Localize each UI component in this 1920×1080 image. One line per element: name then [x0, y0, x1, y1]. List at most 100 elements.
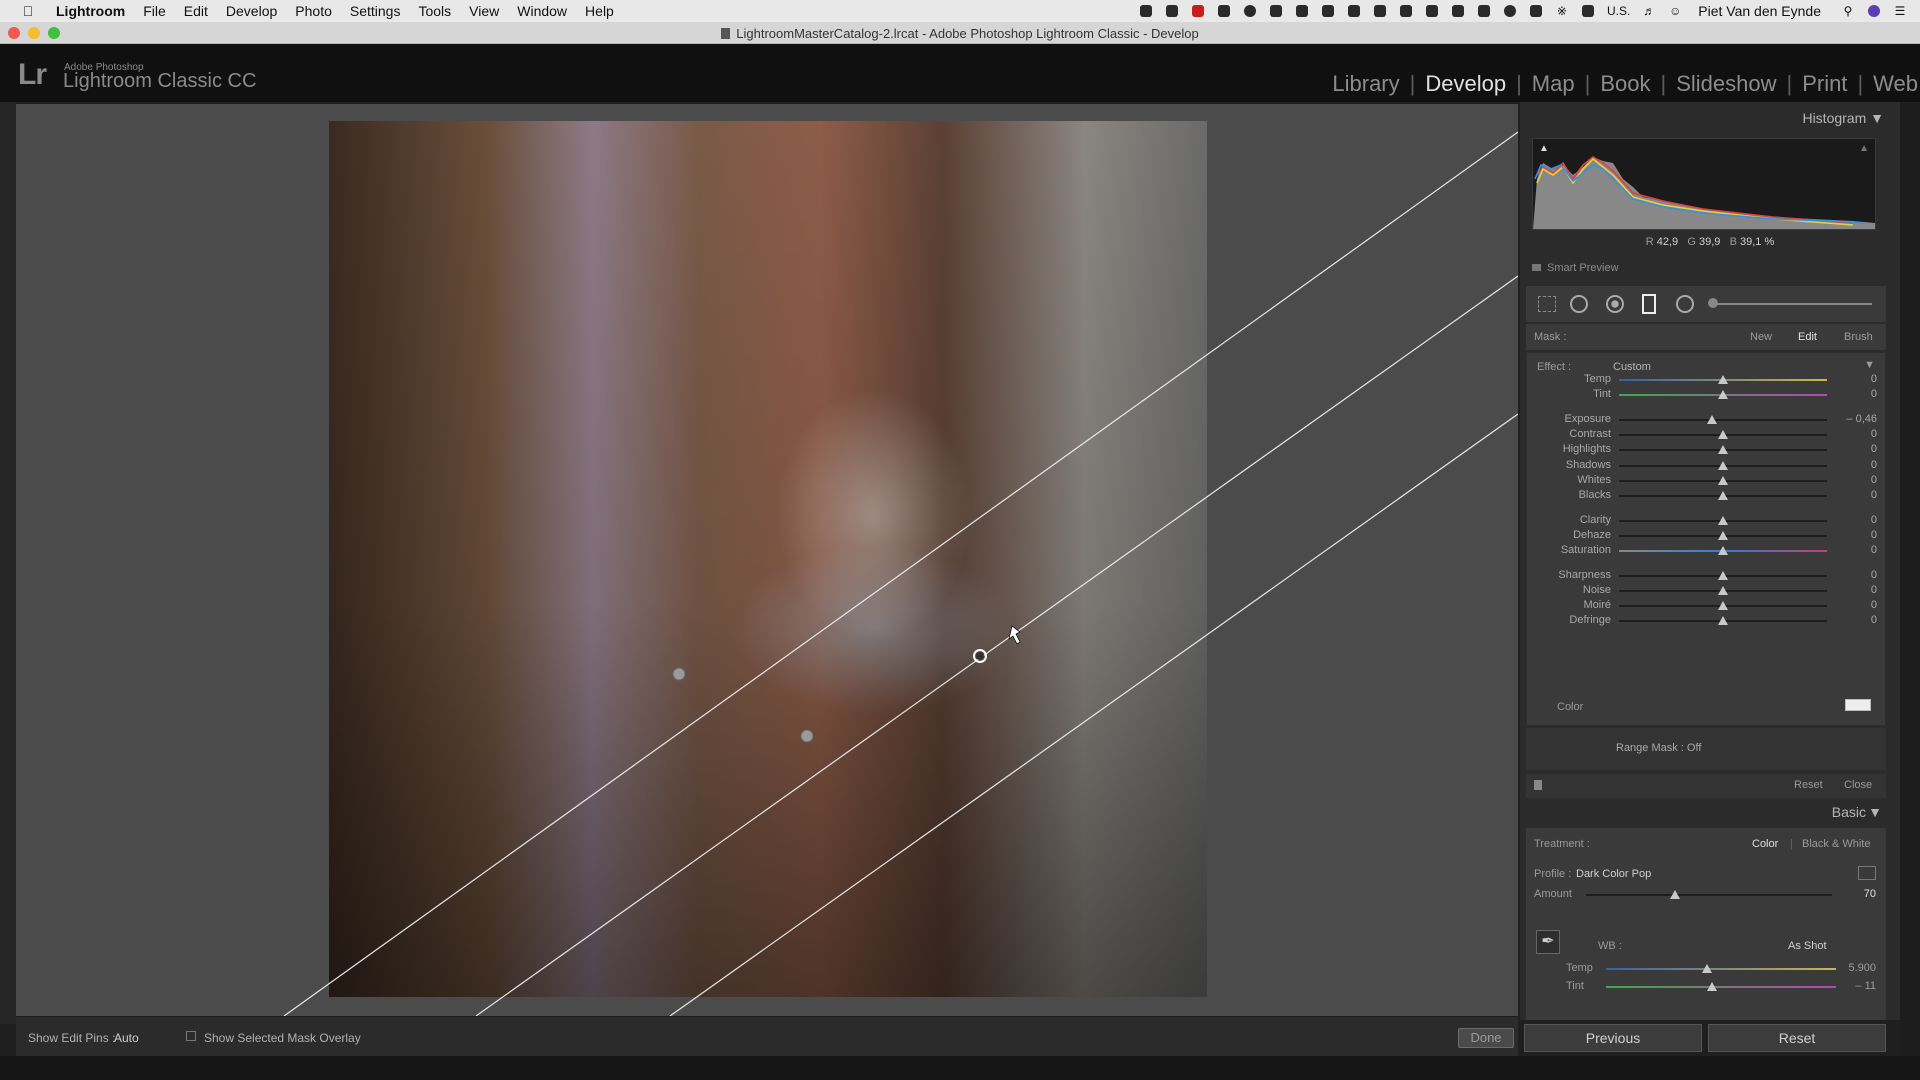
camera-icon[interactable] — [1424, 4, 1440, 18]
basic-tint-value[interactable]: – 11 — [1855, 980, 1876, 992]
slider-knob[interactable] — [1718, 491, 1728, 500]
menu-view[interactable]: View — [469, 3, 499, 19]
slider-knob[interactable] — [1718, 375, 1728, 384]
status-icon[interactable] — [1268, 4, 1284, 18]
slider-value[interactable]: 0 — [1871, 599, 1877, 611]
graduated-filter-overlay[interactable] — [16, 104, 1518, 1016]
highlight-clipping-indicator[interactable]: ▲ — [1859, 143, 1869, 154]
show-mask-overlay-checkbox[interactable] — [186, 1031, 196, 1041]
collapse-triangle-icon[interactable]: ▼ — [1870, 110, 1884, 126]
display-icon[interactable] — [1346, 4, 1362, 18]
menu-file[interactable]: File — [143, 3, 166, 19]
slider-value[interactable]: 0 — [1871, 443, 1877, 455]
slider-track[interactable] — [1619, 461, 1827, 470]
slider-track[interactable] — [1619, 415, 1827, 424]
amount-value[interactable]: 70 — [1864, 888, 1876, 900]
module-slideshow[interactable]: Slideshow — [1676, 71, 1776, 97]
treatment-bw-button[interactable]: Black & White — [1802, 838, 1870, 850]
adjustment-brush-slider[interactable] — [1712, 303, 1872, 305]
amount-slider-knob[interactable] — [1669, 890, 1680, 899]
dropbox-icon[interactable] — [1138, 4, 1154, 18]
menu-photo[interactable]: Photo — [295, 3, 332, 19]
menu-window[interactable]: Window — [517, 3, 567, 19]
apple-icon[interactable]:  — [18, 3, 38, 19]
slider-value[interactable]: 0 — [1871, 514, 1877, 526]
red-eye-tool-icon[interactable] — [1606, 295, 1624, 313]
slider-value[interactable]: 0 — [1871, 428, 1877, 440]
slider-value[interactable]: – 0,46 — [1846, 413, 1877, 425]
menu-help[interactable]: Help — [585, 3, 614, 19]
slider-track[interactable] — [1619, 616, 1827, 625]
slider-track[interactable] — [1619, 516, 1827, 525]
slider-track[interactable] — [1619, 430, 1827, 439]
slider-track[interactable] — [1619, 571, 1827, 580]
toggle-effect-icon[interactable] — [1534, 780, 1542, 790]
menu-tools[interactable]: Tools — [418, 3, 451, 19]
status-icon[interactable] — [1398, 4, 1414, 18]
slider-knob[interactable] — [1718, 430, 1728, 439]
status-icon[interactable] — [1372, 4, 1388, 18]
status-icon[interactable] — [1450, 4, 1466, 18]
slider-value[interactable]: 0 — [1871, 529, 1877, 541]
effect-collapse-icon[interactable]: ▼ — [1864, 359, 1875, 371]
done-button[interactable]: Done — [1458, 1028, 1514, 1048]
module-develop[interactable]: Develop — [1425, 71, 1506, 97]
graduated-filter-line-bottom[interactable] — [669, 413, 1518, 1016]
right-panel-scrollbar[interactable] — [1900, 102, 1920, 1056]
smart-preview-status[interactable]: Smart Preview — [1532, 262, 1619, 274]
slider-knob[interactable] — [1718, 445, 1728, 454]
slider-track[interactable] — [1619, 491, 1827, 500]
basic-tint-slider-knob[interactable] — [1706, 982, 1717, 991]
mask-edit-button[interactable]: Edit — [1798, 331, 1817, 343]
mask-new-button[interactable]: New — [1750, 331, 1772, 343]
slider-knob[interactable] — [1718, 571, 1728, 580]
basic-temp-slider[interactable] — [1606, 964, 1836, 973]
profile-select[interactable]: Dark Color Pop — [1576, 868, 1651, 880]
slider-value[interactable]: 0 — [1871, 459, 1877, 471]
user-icon[interactable]: ☺ — [1667, 4, 1683, 18]
siri-icon[interactable] — [1866, 4, 1882, 18]
profile-browser-icon[interactable] — [1858, 866, 1876, 880]
mask-reset-button[interactable]: Reset — [1794, 779, 1823, 791]
amount-slider[interactable] — [1586, 890, 1832, 899]
eyedropper-icon[interactable]: ✒ — [1536, 930, 1560, 954]
edit-pin[interactable] — [800, 729, 814, 743]
basic-temp-value[interactable]: 5.900 — [1848, 962, 1876, 974]
module-library[interactable]: Library — [1332, 71, 1399, 97]
shadow-clipping-indicator[interactable]: ▲ — [1539, 143, 1549, 154]
airplay-icon[interactable] — [1580, 4, 1596, 18]
slider-value[interactable]: 0 — [1871, 544, 1877, 556]
slider-knob[interactable] — [1718, 546, 1728, 555]
color-swatch[interactable] — [1845, 699, 1871, 711]
notification-center-icon[interactable]: ☰ — [1892, 4, 1908, 18]
left-panel-collapsed[interactable] — [0, 102, 16, 1024]
time-machine-icon[interactable] — [1502, 4, 1518, 18]
histogram-header[interactable]: Histogram ▼ — [1802, 110, 1884, 126]
input-language[interactable]: U.S. — [1607, 4, 1630, 18]
treatment-color-button[interactable]: Color — [1752, 838, 1778, 850]
slider-knob[interactable] — [1718, 601, 1728, 610]
graduated-filter-tool-icon[interactable] — [1642, 294, 1656, 314]
slider-track[interactable] — [1619, 375, 1827, 384]
bluetooth-icon[interactable] — [1528, 4, 1544, 18]
menu-lightroom[interactable]: Lightroom — [56, 3, 125, 19]
adjustment-brush-knob[interactable] — [1708, 298, 1718, 308]
graduated-filter-line-top[interactable] — [283, 131, 1518, 1016]
slider-knob[interactable] — [1718, 390, 1728, 399]
mask-close-button[interactable]: Close — [1844, 779, 1872, 791]
slider-knob[interactable] — [1718, 516, 1728, 525]
slider-value[interactable]: 0 — [1871, 388, 1877, 400]
menu-settings[interactable]: Settings — [350, 3, 401, 19]
mask-brush-button[interactable]: Brush — [1844, 331, 1873, 343]
menu-develop[interactable]: Develop — [226, 3, 277, 19]
slider-value[interactable]: 0 — [1871, 584, 1877, 596]
reset-button[interactable]: Reset — [1708, 1024, 1886, 1052]
module-print[interactable]: Print — [1802, 71, 1847, 97]
menu-edit[interactable]: Edit — [184, 3, 208, 19]
show-mask-overlay-label[interactable]: Show Selected Mask Overlay — [204, 1031, 361, 1045]
slider-knob[interactable] — [1718, 461, 1728, 470]
slider-value[interactable]: 0 — [1871, 373, 1877, 385]
creative-cloud-icon[interactable] — [1164, 4, 1180, 18]
module-book[interactable]: Book — [1600, 71, 1650, 97]
radial-filter-tool-icon[interactable] — [1676, 295, 1694, 313]
